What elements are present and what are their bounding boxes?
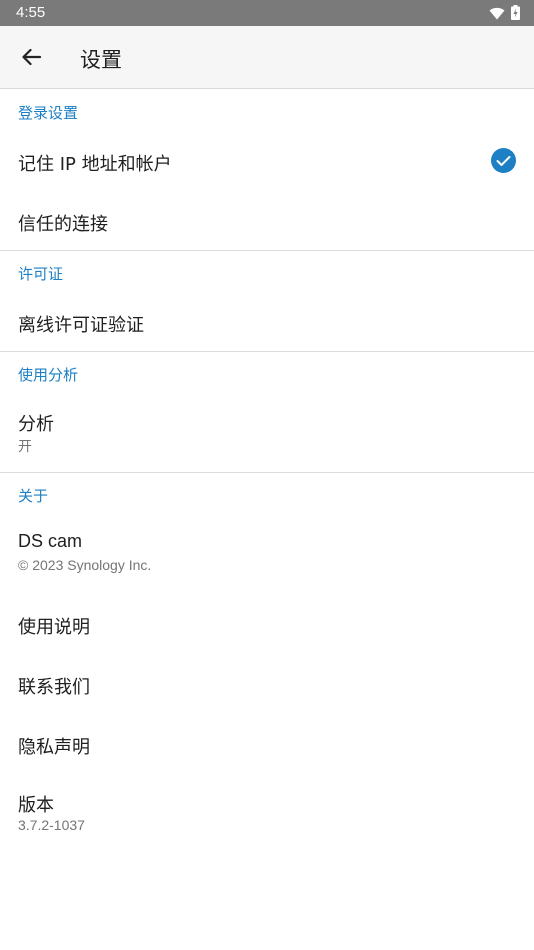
app-info-item[interactable]: DS cam © 2023 Synology Inc. xyxy=(0,513,534,593)
user-manual-item[interactable]: 使用说明 xyxy=(0,593,534,653)
settings-list: 登录设置 记住 IP 地址和帐户 信任的连接 许可证 离线许可证验证 使用分析 … xyxy=(0,90,534,853)
arrow-left-icon xyxy=(21,48,42,70)
version-value: 3.7.2-1037 xyxy=(18,817,85,833)
battery-charging-icon xyxy=(511,5,520,24)
section-header-license: 许可证 xyxy=(18,265,64,283)
checkmark-icon xyxy=(496,155,511,166)
status-bar: 4:55 xyxy=(0,0,534,26)
section-header-login: 登录设置 xyxy=(18,104,79,122)
version-label: 版本 xyxy=(18,795,54,816)
offline-license-label: 离线许可证验证 xyxy=(18,315,144,336)
remember-ip-checkbox[interactable] xyxy=(491,148,516,173)
user-manual-label: 使用说明 xyxy=(18,617,90,638)
page-title: 设置 xyxy=(80,48,122,72)
copyright-text: © 2023 Synology Inc. xyxy=(18,557,152,573)
analytics-label: 分析 xyxy=(18,414,54,435)
wifi-icon xyxy=(489,5,505,24)
analytics-setting[interactable]: 分析 开 xyxy=(0,392,534,472)
trusted-connections-label: 信任的连接 xyxy=(18,214,108,235)
privacy-statement-label: 隐私声明 xyxy=(18,737,90,758)
remember-ip-label: 记住 IP 地址和帐户 xyxy=(18,154,172,175)
status-time: 4:55 xyxy=(16,4,46,21)
analytics-value: 开 xyxy=(18,438,32,454)
offline-license-setting[interactable]: 离线许可证验证 xyxy=(0,291,534,351)
version-item[interactable]: 版本 3.7.2-1037 xyxy=(0,773,534,853)
section-header-analytics: 使用分析 xyxy=(18,366,79,384)
app-name: DS cam xyxy=(18,531,83,551)
back-button[interactable] xyxy=(14,42,48,76)
trusted-connections-setting[interactable]: 信任的连接 xyxy=(0,190,534,250)
contact-us-item[interactable]: 联系我们 xyxy=(0,653,534,713)
privacy-statement-item[interactable]: 隐私声明 xyxy=(0,713,534,773)
remember-ip-setting[interactable]: 记住 IP 地址和帐户 xyxy=(0,130,534,190)
app-bar: 设置 xyxy=(0,26,534,89)
contact-us-label: 联系我们 xyxy=(18,677,90,698)
status-icons xyxy=(489,5,520,24)
section-header-about: 关于 xyxy=(18,487,49,505)
